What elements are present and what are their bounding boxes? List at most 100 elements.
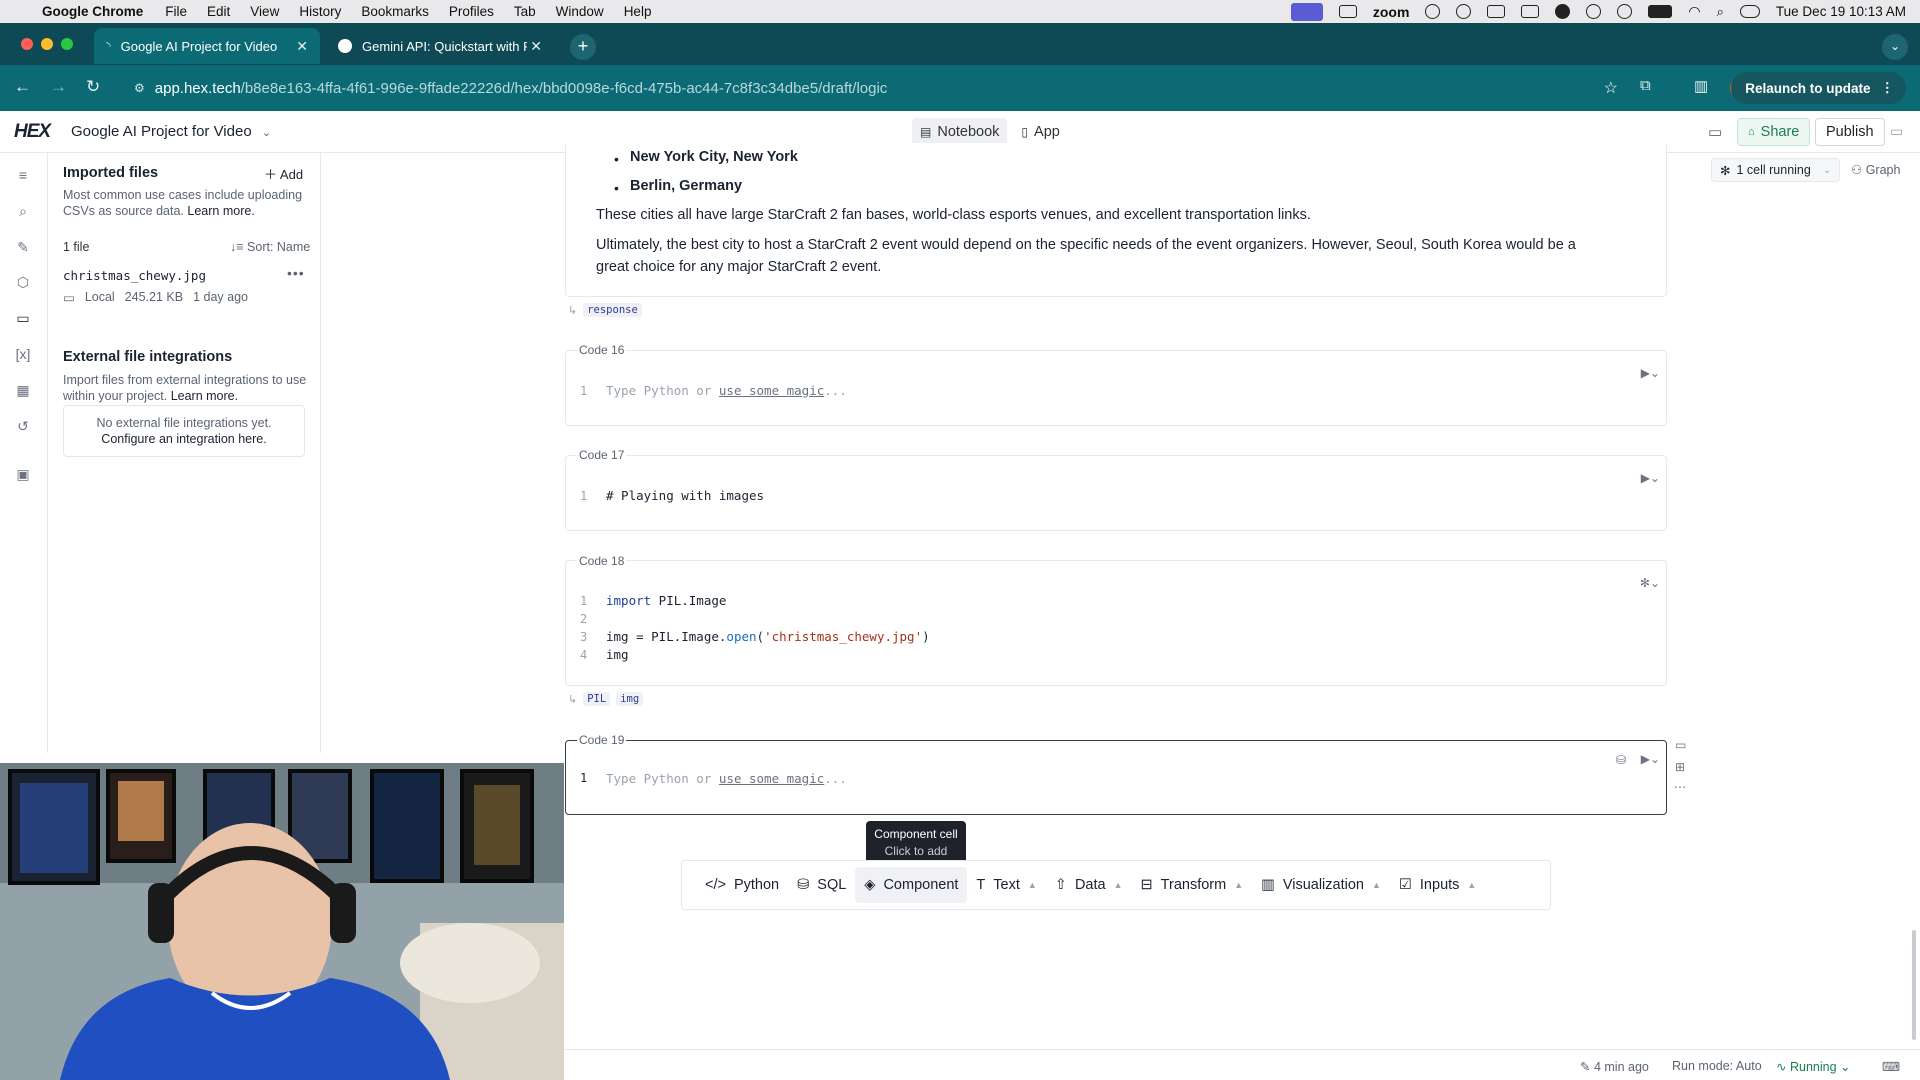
add-sql-button[interactable]: ⛁ SQL — [788, 867, 855, 903]
screen-share-icon[interactable] — [1290, 2, 1323, 21]
graph-button[interactable]: ⚇ Graph — [1851, 162, 1900, 177]
browser-tab[interactable]: Gemini API: Quickstart with Py ✕ — [326, 28, 554, 64]
menu-file[interactable]: File — [165, 4, 187, 19]
keyboard-icon[interactable]: ⌨ — [1882, 1059, 1900, 1074]
code-cell[interactable]: 1 # Playing with images ▶⌄ — [565, 455, 1667, 531]
menu-edit[interactable]: Edit — [207, 4, 230, 19]
run-cell-button[interactable]: ▶⌄ — [1641, 471, 1660, 485]
close-tab-icon[interactable]: ✕ — [296, 38, 308, 55]
wifi-icon[interactable]: ◠ — [1688, 3, 1700, 20]
new-tab-button[interactable]: + — [570, 34, 596, 60]
image-icon[interactable]: ▣ — [14, 466, 32, 482]
sidebar-icon[interactable]: ▥ — [1694, 77, 1708, 95]
learn-more-link[interactable]: Learn more. — [187, 204, 254, 218]
forward-arrow-icon[interactable]: → — [50, 77, 67, 97]
browser-tab-active[interactable]: ◝ Google AI Project for Video ✕ — [94, 28, 320, 64]
menu-help[interactable]: Help — [624, 4, 652, 19]
add-text-button[interactable]: T Text ▲ — [967, 867, 1045, 903]
more-options-icon[interactable]: ••• — [287, 265, 305, 281]
add-inputs-button[interactable]: ☑ Inputs ▲ — [1390, 867, 1485, 903]
code-line[interactable]: img = PIL.Image.open('christmas_chewy.jp… — [606, 629, 930, 644]
relaunch-button[interactable]: Relaunch to update ⋮ — [1731, 72, 1906, 104]
tab-notebook[interactable]: ▤ Notebook — [912, 118, 1008, 146]
more-options-icon[interactable]: ⋯ — [1674, 780, 1686, 794]
project-title[interactable]: Google AI Project for Video ⌄ — [71, 123, 271, 140]
magic-link[interactable]: use some magic — [719, 383, 824, 398]
battery-icon[interactable] — [1648, 5, 1673, 18]
cell-title[interactable]: Code 18 — [577, 554, 627, 568]
add-data-button[interactable]: ⇧ Data ▲ — [1046, 867, 1132, 903]
maximize-window-icon[interactable] — [61, 38, 73, 50]
cell-title[interactable]: Code 16 — [577, 343, 627, 357]
running-spinner-icon[interactable]: ✻⌄ — [1640, 576, 1660, 590]
run-mode[interactable]: Run mode: Auto — [1672, 1059, 1762, 1073]
extensions-icon[interactable]: ⧉ — [1640, 77, 1651, 94]
add-component-button[interactable]: ◈ Component — [855, 867, 968, 903]
grammarly-icon[interactable] — [1555, 4, 1571, 19]
screen-icon[interactable] — [1521, 5, 1540, 18]
play-icon[interactable] — [1617, 4, 1633, 19]
output-variable-chip[interactable]: response — [583, 303, 642, 317]
menubar-app-name[interactable]: Google Chrome — [42, 4, 143, 19]
output-variable-chip[interactable]: img — [616, 692, 644, 706]
menubar-datetime[interactable]: Tue Dec 19 10:13 AM — [1776, 4, 1906, 19]
output-variable-chip[interactable]: PIL — [583, 692, 611, 706]
headphones-icon[interactable] — [1456, 4, 1472, 19]
tab-search-button[interactable]: ⌄ — [1882, 34, 1908, 60]
add-visualization-button[interactable]: ▥ Visualization ▲ — [1252, 867, 1390, 903]
edit-icon[interactable]: ✎ — [14, 239, 32, 255]
kernel-status[interactable]: ∿ Running ⌄ — [1776, 1059, 1851, 1074]
loom-icon[interactable] — [1586, 4, 1602, 19]
menu-history[interactable]: History — [299, 4, 341, 19]
last-saved[interactable]: ✎ 4 min ago — [1580, 1059, 1649, 1074]
variables-icon[interactable]: [x] — [14, 346, 32, 362]
folder-icon[interactable]: ▭ — [14, 310, 32, 326]
cube-icon[interactable]: ⬡ — [14, 274, 32, 290]
code-line[interactable]: import PIL.Image — [606, 593, 726, 608]
add-transform-button[interactable]: ⊟ Transform ▲ — [1132, 867, 1253, 903]
code-placeholder[interactable]: Type Python or use some magic... — [606, 771, 847, 786]
search-icon[interactable]: ⌕ — [1717, 4, 1724, 20]
kebab-menu-icon[interactable]: ⋮ — [1881, 80, 1895, 96]
reload-icon[interactable]: ↻ — [86, 77, 100, 97]
run-cell-button[interactable]: ▶⌄ — [1641, 752, 1660, 766]
site-info-icon[interactable]: ⚙ — [134, 81, 145, 95]
comment-icon[interactable]: ▭ — [1675, 738, 1686, 752]
comment-icon[interactable]: ▭ — [1708, 123, 1722, 141]
minimize-window-icon[interactable] — [41, 38, 53, 50]
code-line[interactable]: img — [606, 647, 629, 662]
menu-view[interactable]: View — [250, 4, 279, 19]
tab-app[interactable]: ▯ App — [1013, 118, 1067, 146]
sort-button[interactable]: ↓≡ Sort: Name — [230, 240, 310, 254]
magic-link[interactable]: use some magic — [719, 771, 824, 786]
menu-tab[interactable]: Tab — [514, 4, 536, 19]
menu-window[interactable]: Window — [556, 4, 604, 19]
address-bar[interactable]: ⚙ app.hex.tech/b8e8e163-4ffa-4f61-996e-9… — [122, 71, 1632, 105]
file-name[interactable]: christmas_chewy.jpg — [63, 268, 206, 283]
outline-icon[interactable]: ≡ — [14, 167, 32, 183]
hex-logo[interactable]: HEX — [14, 121, 51, 143]
code-cell[interactable]: 1 Type Python or use some magic... ▶⌄ — [565, 350, 1667, 426]
cell-title[interactable]: Code 17 — [577, 448, 627, 462]
code-line[interactable]: # Playing with images — [606, 488, 764, 503]
close-tab-icon[interactable]: ✕ — [530, 38, 542, 55]
ext-learn-more-link[interactable]: Learn more. — [171, 389, 238, 403]
code-placeholder[interactable]: Type Python or use some magic... — [606, 383, 847, 398]
cell-title[interactable]: Code 19 — [577, 733, 627, 747]
back-arrow-icon[interactable]: ← — [14, 77, 31, 97]
hash-icon[interactable] — [1425, 4, 1441, 19]
code-cell-selected[interactable]: 1 Type Python or use some magic... ⛁ ▶⌄ — [565, 740, 1667, 815]
layout-icon[interactable]: ⊞ — [1675, 760, 1685, 774]
bookmark-star-icon[interactable]: ☆ — [1604, 78, 1618, 98]
control-center-icon[interactable] — [1739, 5, 1760, 18]
scrollbar[interactable] — [1912, 930, 1916, 1040]
database-icon[interactable]: ⛁ — [1616, 753, 1626, 767]
share-button[interactable]: ⌂ Share — [1737, 118, 1811, 146]
camera-icon[interactable] — [1338, 5, 1357, 18]
publish-button[interactable]: Publish — [1815, 118, 1885, 146]
search-icon[interactable]: ⌕ — [14, 203, 32, 219]
monitor-icon[interactable]: ▭ — [1890, 123, 1903, 140]
calendar-icon[interactable]: ▦ — [14, 382, 32, 398]
cell-running-indicator[interactable]: ✻ 1 cell running ⌄ — [1711, 158, 1841, 182]
add-file-button[interactable]: ＋ Add — [264, 164, 303, 183]
